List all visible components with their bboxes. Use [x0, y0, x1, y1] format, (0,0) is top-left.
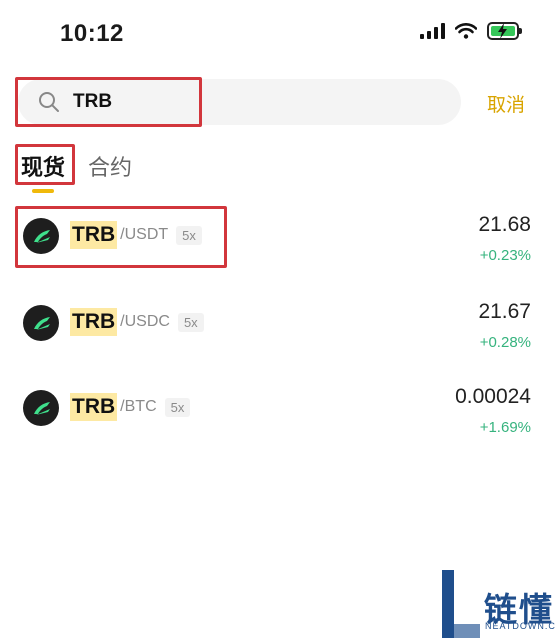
trading-pair: TRB /USDT 5x: [70, 221, 202, 249]
quote-asset: /BTC: [120, 398, 157, 415]
leverage-badge: 5x: [177, 312, 204, 332]
tab-contract[interactable]: 合约: [88, 150, 132, 182]
trb-logo-icon: [23, 218, 59, 254]
price-change: +0.28%: [479, 334, 531, 351]
tab-spot[interactable]: 现货: [21, 150, 65, 182]
price-change: +0.23%: [479, 247, 531, 264]
last-price: 21.67: [478, 300, 531, 323]
list-item[interactable]: TRB /BTC 5x 0.00024 +1.69%: [0, 375, 555, 445]
watermark-logo-icon: [442, 570, 480, 638]
base-asset: TRB: [70, 308, 118, 336]
quote-asset: /USDC: [120, 313, 170, 330]
list-item[interactable]: TRB /USDT 5x 21.68 +0.23%: [0, 203, 555, 273]
leverage-badge: 5x: [176, 225, 202, 245]
cellular-signal-icon: [420, 23, 445, 39]
search-query: TRB: [73, 91, 113, 112]
cancel-button[interactable]: 取消: [487, 90, 525, 117]
list-item[interactable]: TRB /USDC 5x 21.67 +0.28%: [0, 290, 555, 360]
base-asset: TRB: [70, 393, 118, 421]
trb-logo-icon: [23, 390, 59, 426]
status-time: 10:12: [60, 20, 124, 47]
active-tab-indicator: [32, 189, 54, 193]
leverage-badge: 5x: [164, 397, 191, 417]
wifi-icon: [455, 23, 477, 39]
quote-asset: /USDT: [120, 226, 169, 243]
last-price: 0.00024: [455, 385, 531, 408]
last-price: 21.68: [478, 213, 531, 236]
search-icon: [39, 92, 59, 112]
trading-pair: TRB /USDC 5x: [70, 308, 204, 336]
base-asset: TRB: [70, 221, 118, 249]
trb-logo-icon: [23, 305, 59, 341]
price-change: +1.69%: [479, 419, 531, 436]
search-input[interactable]: TRB: [18, 79, 461, 125]
watermark-subtitle: NEATDOWN.COM: [485, 621, 555, 631]
status-icons: [420, 22, 522, 40]
trading-pair: TRB /BTC 5x: [70, 393, 191, 421]
battery-charging-icon: [487, 22, 522, 40]
